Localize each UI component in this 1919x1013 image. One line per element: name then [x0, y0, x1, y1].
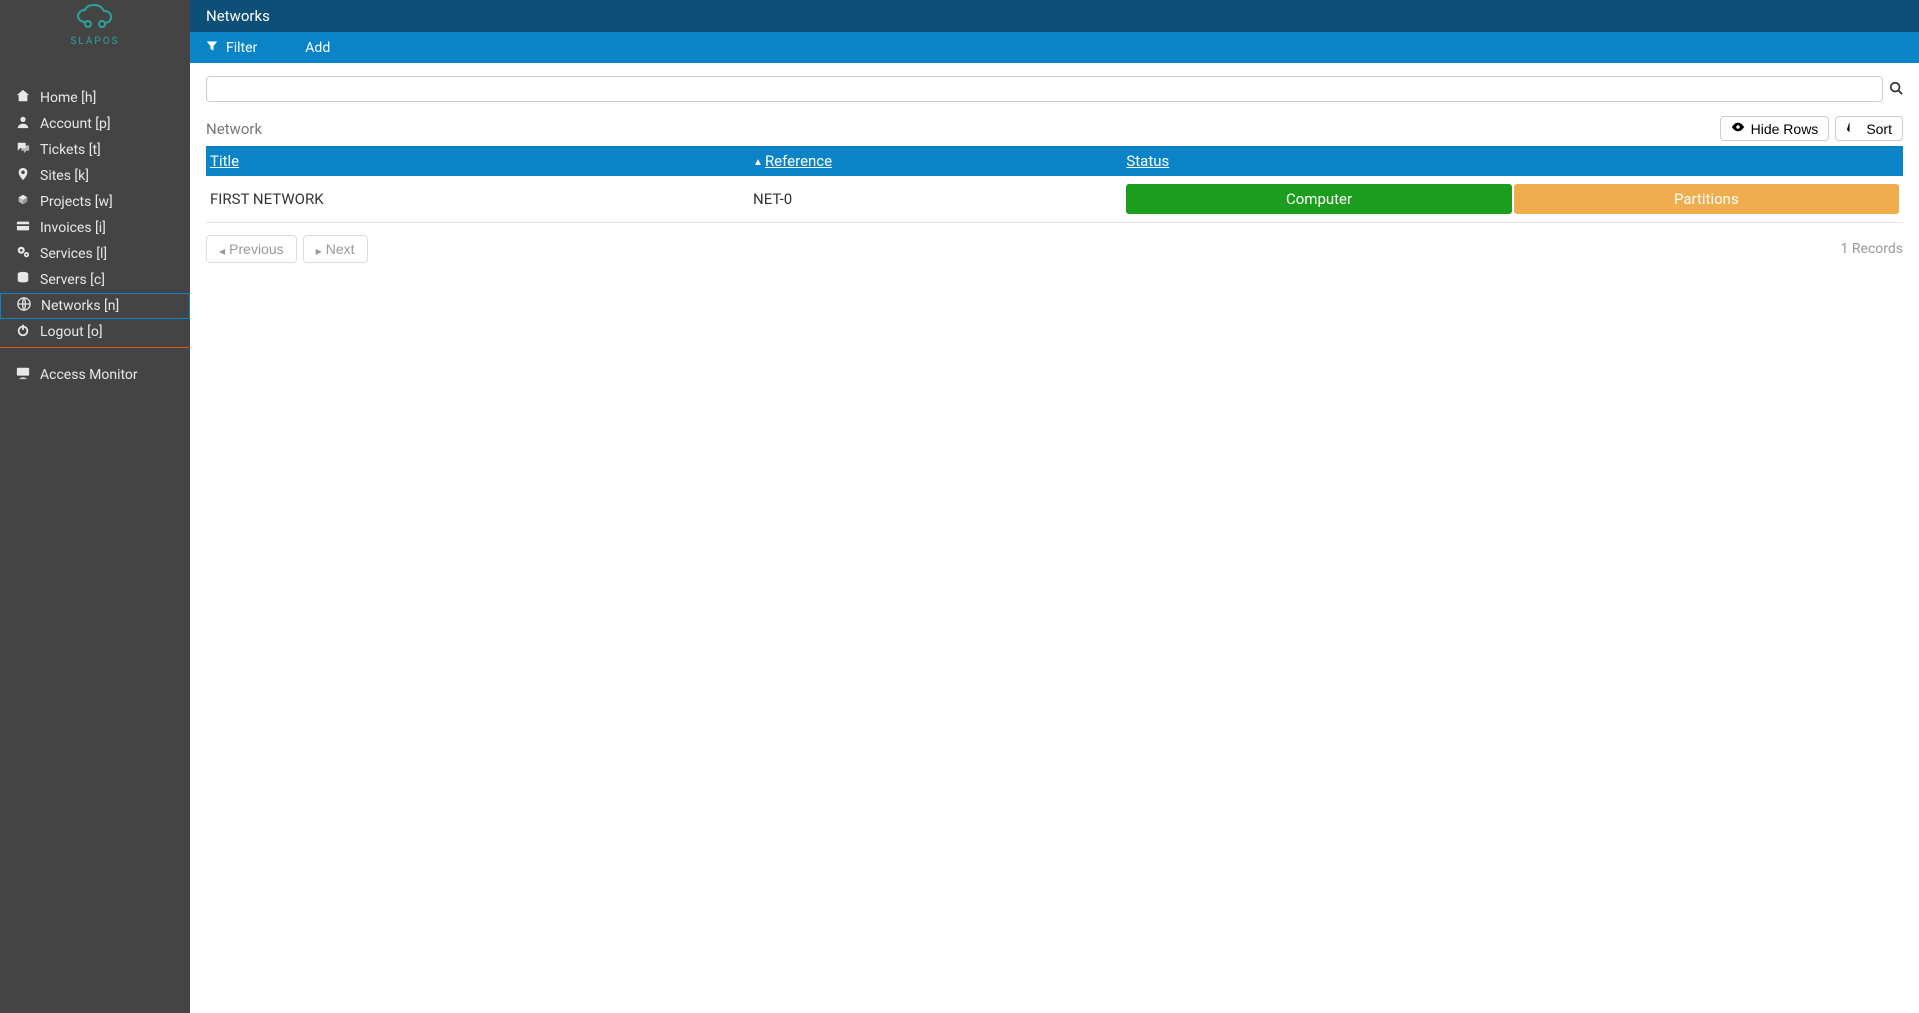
next-label: Next	[326, 241, 355, 257]
search-button[interactable]	[1889, 80, 1903, 99]
status-badge-computer[interactable]: Computer	[1126, 184, 1511, 214]
filter-icon	[206, 40, 218, 56]
cell-title: FIRST NETWORK	[206, 176, 749, 223]
sidebar-item-label: Home [h]	[40, 90, 96, 106]
sort-icon	[1846, 120, 1860, 137]
next-button[interactable]: Next	[303, 235, 368, 263]
col-status-link[interactable]: Status	[1126, 152, 1169, 170]
sidebar-item-label: Projects [w]	[40, 194, 113, 210]
sidebar-item-networks[interactable]: Networks [n]	[0, 293, 190, 319]
network-table: Title Reference Status FIRST NETWORK NET…	[206, 146, 1903, 223]
main: Networks Filter Add Network	[190, 0, 1919, 1013]
comments-icon	[12, 141, 34, 159]
sidebar-item-label: Services [l]	[40, 246, 107, 262]
sort-button[interactable]: Sort	[1835, 116, 1903, 141]
sidebar-item-logout[interactable]: Logout [o]	[0, 319, 190, 345]
listing-caption: Network	[206, 120, 262, 138]
sidebar-item-access-monitor[interactable]: Access Monitor	[0, 362, 190, 388]
home-icon	[12, 89, 34, 107]
page-title: Networks	[206, 7, 270, 25]
previous-button[interactable]: Previous	[206, 235, 297, 263]
hide-rows-label: Hide Rows	[1751, 121, 1819, 137]
col-title-link[interactable]: Title	[210, 152, 239, 170]
sidebar: SLAPOS Home [h] Account [p] Tickets [t]	[0, 0, 190, 1013]
sidebar-item-home[interactable]: Home [h]	[0, 85, 190, 111]
nav-divider	[0, 347, 190, 348]
sidebar-item-label: Tickets [t]	[40, 142, 101, 158]
sidebar-item-invoices[interactable]: Invoices [i]	[0, 215, 190, 241]
cogs-icon	[12, 245, 34, 263]
sidebar-item-label: Account [p]	[40, 116, 111, 132]
power-icon	[12, 323, 34, 341]
col-title-header[interactable]: Title	[206, 146, 749, 176]
eye-icon	[1731, 120, 1745, 137]
sidebar-item-tickets[interactable]: Tickets [t]	[0, 137, 190, 163]
chevron-left-icon	[219, 241, 225, 257]
col-status-header[interactable]: Status	[1122, 146, 1903, 176]
sidebar-item-label: Access Monitor	[40, 367, 138, 383]
table-row[interactable]: FIRST NETWORK NET-0 Computer Partitions	[206, 176, 1903, 223]
sidebar-item-projects[interactable]: Projects [w]	[0, 189, 190, 215]
desktop-icon	[12, 366, 34, 384]
sidebar-item-label: Servers [c]	[40, 272, 105, 288]
search-row	[206, 76, 1903, 102]
sort-asc-icon	[753, 152, 765, 170]
chevron-right-icon	[316, 241, 322, 257]
sidebar-item-label: Invoices [i]	[40, 220, 106, 236]
filter-label: Filter	[226, 40, 257, 56]
sidebar-item-servers[interactable]: Servers [c]	[0, 267, 190, 293]
sort-label: Sort	[1866, 121, 1892, 137]
add-button[interactable]: Add	[305, 40, 330, 56]
logo[interactable]: SLAPOS	[0, 0, 190, 57]
cell-reference: NET-0	[749, 176, 1122, 223]
map-pin-icon	[12, 167, 34, 185]
sidebar-item-sites[interactable]: Sites [k]	[0, 163, 190, 189]
pager-row: Previous Next 1 Records	[206, 235, 1903, 263]
nav-extra-list: Access Monitor	[0, 362, 190, 388]
col-reference-link[interactable]: Reference	[765, 152, 832, 170]
status-badge-partitions[interactable]: Partitions	[1514, 184, 1899, 214]
action-bar: Filter Add	[190, 32, 1919, 63]
nav-list: Home [h] Account [p] Tickets [t] Sites […	[0, 85, 190, 345]
sidebar-item-account[interactable]: Account [p]	[0, 111, 190, 137]
listing-toolbar: Network Hide Rows Sort	[206, 116, 1903, 141]
content: Network Hide Rows Sort	[190, 63, 1919, 263]
sidebar-item-services[interactable]: Services [l]	[0, 241, 190, 267]
database-icon	[12, 271, 34, 289]
page-title-bar: Networks	[190, 0, 1919, 32]
search-icon	[1889, 81, 1903, 95]
records-count: 1 Records	[1841, 241, 1903, 257]
sidebar-item-label: Networks [n]	[41, 298, 119, 314]
cell-status: Computer Partitions	[1122, 176, 1903, 223]
col-reference-header[interactable]: Reference	[749, 146, 1122, 176]
cubes-icon	[12, 193, 34, 211]
previous-label: Previous	[229, 241, 283, 257]
search-input[interactable]	[206, 76, 1883, 102]
user-icon	[12, 115, 34, 133]
filter-button[interactable]: Filter	[206, 40, 257, 56]
credit-card-icon	[12, 219, 34, 237]
sidebar-item-label: Logout [o]	[40, 324, 103, 340]
add-label: Add	[305, 40, 330, 56]
hide-rows-button[interactable]: Hide Rows	[1720, 116, 1830, 141]
cloud-icon	[73, 4, 117, 30]
logo-text: SLAPOS	[0, 36, 190, 47]
sidebar-item-label: Sites [k]	[40, 168, 89, 184]
globe-icon	[13, 297, 35, 315]
